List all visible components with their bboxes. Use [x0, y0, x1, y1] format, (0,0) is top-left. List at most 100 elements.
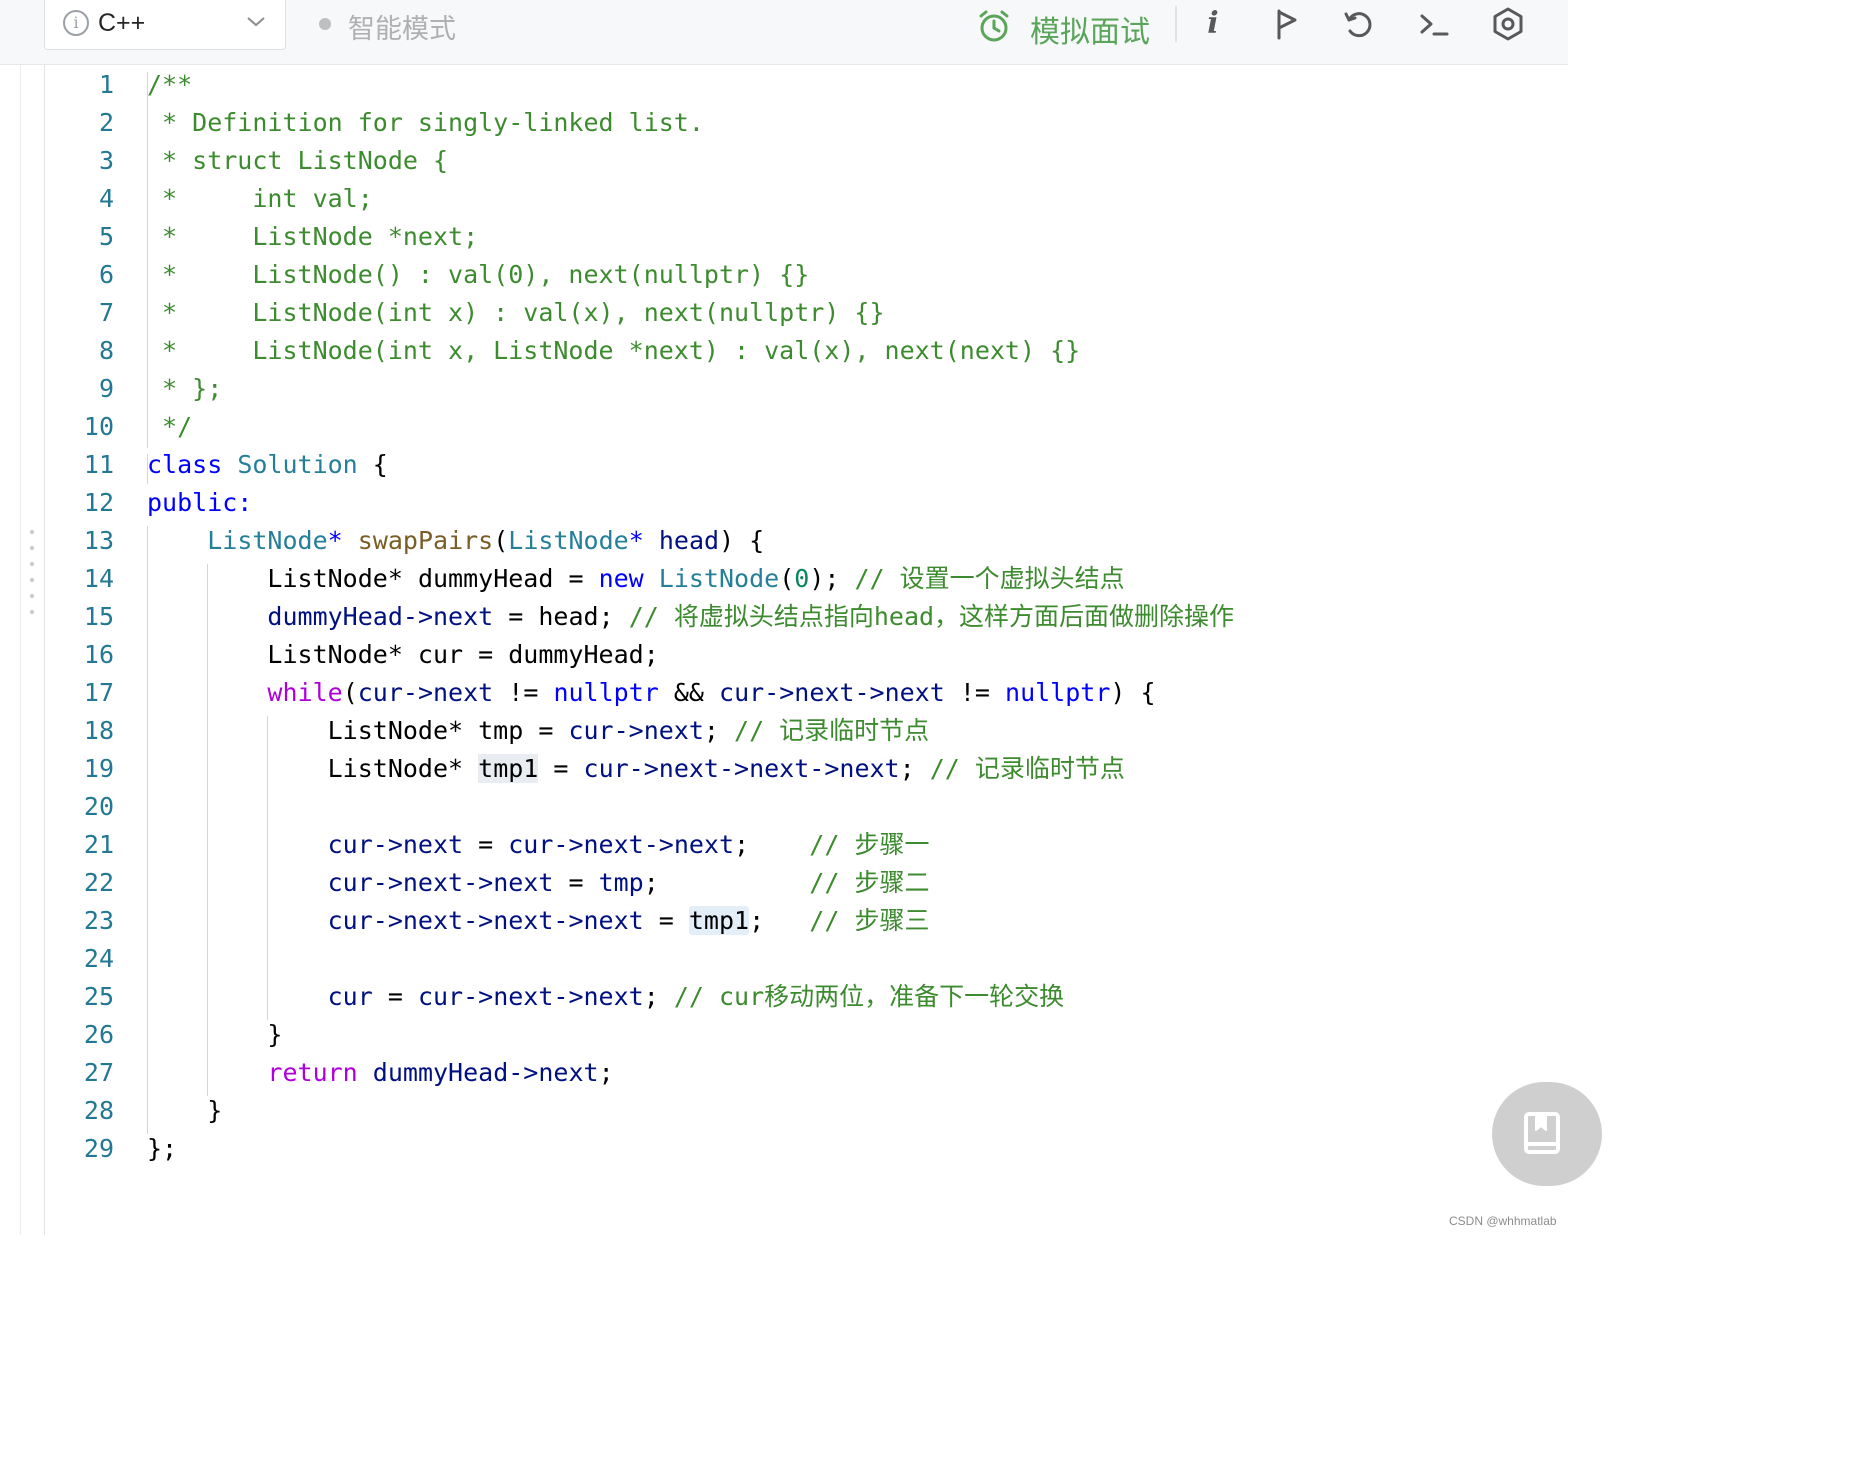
code-line[interactable]: 16 ListNode* cur = dummyHead; [0, 636, 1568, 674]
code-token: while [267, 678, 343, 707]
code-line[interactable]: 5 * ListNode *next; [0, 218, 1568, 256]
code-line[interactable]: 21 cur->next = cur->next->next; // 步骤一 [0, 826, 1568, 864]
code-token: } [147, 1020, 283, 1049]
code-token: dummyHead [267, 602, 403, 631]
code-line[interactable]: 24 [0, 940, 1568, 978]
line-code: ListNode* tmp1 = cur->next->next->next; … [147, 750, 1125, 788]
code-token: }; [147, 1134, 178, 1163]
code-line[interactable]: 18 ListNode* tmp = cur->next; // 记录临时节点 [0, 712, 1568, 750]
line-number: 2 [98, 108, 114, 137]
code-line[interactable]: 9 * }; [0, 370, 1568, 408]
code-token: ); [809, 564, 855, 593]
code-token: ; [899, 754, 930, 783]
notes-floating-button[interactable] [1492, 1082, 1602, 1186]
code-line[interactable]: 15 dummyHead->next = head; // 将虚拟头结点指向he… [0, 598, 1568, 636]
code-line[interactable]: 23 cur->next->next->next = tmp1; // 步骤三 [0, 902, 1568, 940]
code-line[interactable]: 1 /** [0, 66, 1568, 104]
code-token: { [357, 450, 388, 479]
notebook-icon [1524, 1112, 1560, 1154]
console-icon[interactable] [1416, 6, 1452, 42]
code-line[interactable]: 12 public: [0, 484, 1568, 522]
language-select[interactable]: i C++ [44, 0, 286, 50]
watermark: CSDN @whhmatlab [1449, 1214, 1557, 1228]
code-token: ( [342, 678, 358, 707]
line-number: 7 [98, 298, 114, 327]
code-token: * struct ListNode { [147, 146, 449, 175]
flag-icon[interactable] [1268, 6, 1304, 42]
line-number: 29 [83, 1134, 114, 1163]
code-line[interactable]: 10 */ [0, 408, 1568, 446]
code-line[interactable]: 17 while(cur->next != nullptr && cur->ne… [0, 674, 1568, 712]
code-token: != [493, 678, 554, 707]
code-line[interactable]: 20 [0, 788, 1568, 826]
code-line[interactable]: 14 ListNode* dummyHead = new ListNode(0)… [0, 560, 1568, 598]
indent-guide [147, 454, 148, 484]
code-token: != [944, 678, 1006, 707]
code-token: cur->next->next [508, 830, 735, 859]
code-token: cur->next->next [327, 868, 554, 897]
line-number: 6 [98, 260, 114, 289]
line-number: 24 [83, 944, 114, 973]
code-line[interactable]: 28 } [0, 1092, 1568, 1130]
code-line[interactable]: 13 ListNode* swapPairs(ListNode* head) { [0, 522, 1568, 560]
code-line[interactable]: 3 * struct ListNode { [0, 142, 1568, 180]
code-token: // 设置一个虚拟头结点 [854, 564, 1125, 593]
code-line[interactable]: 29}; [0, 1130, 1568, 1168]
line-code: cur->next->next = tmp; // 步骤二 [147, 864, 930, 902]
mode-status-dot [319, 18, 331, 30]
code-token: head [658, 526, 720, 555]
code-line[interactable]: 27 return dummyHead->next; [0, 1054, 1568, 1092]
code-line[interactable]: 6 * ListNode() : val(0), next(nullptr) {… [0, 256, 1568, 294]
line-number: 18 [83, 716, 114, 745]
code-token: // 记录临时节点 [734, 716, 930, 745]
code-line[interactable]: 4 * int val; [0, 180, 1568, 218]
line-code: ListNode* tmp = cur->next; // 记录临时节点 [147, 712, 930, 750]
line-code: ListNode* cur = dummyHead; [147, 636, 658, 674]
line-code: ListNode* dummyHead = new ListNode(0); /… [147, 560, 1125, 598]
code-token: new [598, 564, 644, 593]
code-token: * }; [147, 374, 223, 403]
info-circle-icon: i [63, 10, 89, 36]
problem-info-icon[interactable]: i [1200, 4, 1226, 44]
smart-mode-toggle[interactable]: 智能模式 [348, 7, 456, 46]
code-token: ( [493, 526, 509, 555]
code-token: ( [779, 564, 795, 593]
reset-code-icon[interactable] [1341, 6, 1377, 42]
line-code: public: [147, 484, 252, 522]
code-token: ; [643, 868, 810, 897]
code-line[interactable]: 19 ListNode* tmp1 = cur->next->next->nex… [0, 750, 1568, 788]
code-token: /** [147, 70, 193, 99]
code-token: ListNode* tmp = [147, 716, 569, 745]
line-code: * struct ListNode { [147, 142, 448, 180]
line-number: 25 [83, 982, 114, 1011]
code-line[interactable]: 8 * ListNode(int x, ListNode *next) : va… [0, 332, 1568, 370]
code-line[interactable]: 22 cur->next->next = tmp; // 步骤二 [0, 864, 1568, 902]
editor-toolbar: i C++ 智能模式 模拟面试 i [0, 0, 1568, 65]
line-number: 17 [83, 678, 114, 707]
code-token: * ListNode(int x, ListNode *next) : val(… [147, 336, 1081, 365]
code-token: = [463, 830, 509, 859]
code-line[interactable]: 2 * Definition for singly-linked list. [0, 104, 1568, 142]
code-token: nullptr [553, 678, 659, 707]
line-code: ListNode* swapPairs(ListNode* head) { [147, 522, 764, 560]
code-token: tmp1 [478, 754, 539, 783]
line-code: * Definition for singly-linked list. [147, 104, 704, 142]
code-line[interactable]: 7 * ListNode(int x) : val(x), next(nullp… [0, 294, 1568, 332]
line-number: 8 [98, 336, 114, 365]
code-token: cur->next [568, 716, 704, 745]
line-code: * }; [147, 370, 222, 408]
indent-guide [147, 72, 148, 448]
code-line[interactable]: 25 cur = cur->next->next; // cur移动两位，准备下… [0, 978, 1568, 1016]
code-token: * ListNode *next; [147, 222, 479, 251]
code-token: ) { [1110, 678, 1156, 707]
code-token: cur->next->next [719, 678, 945, 707]
code-token: * Definition for singly-linked list. [147, 108, 704, 137]
settings-gear-icon[interactable] [1490, 6, 1526, 42]
code-line[interactable]: 26 } [0, 1016, 1568, 1054]
code-line[interactable]: 11 class Solution { [0, 446, 1568, 484]
alarm-clock-icon [979, 10, 1009, 42]
indent-guide [207, 564, 208, 1096]
code-token: * [628, 526, 644, 555]
